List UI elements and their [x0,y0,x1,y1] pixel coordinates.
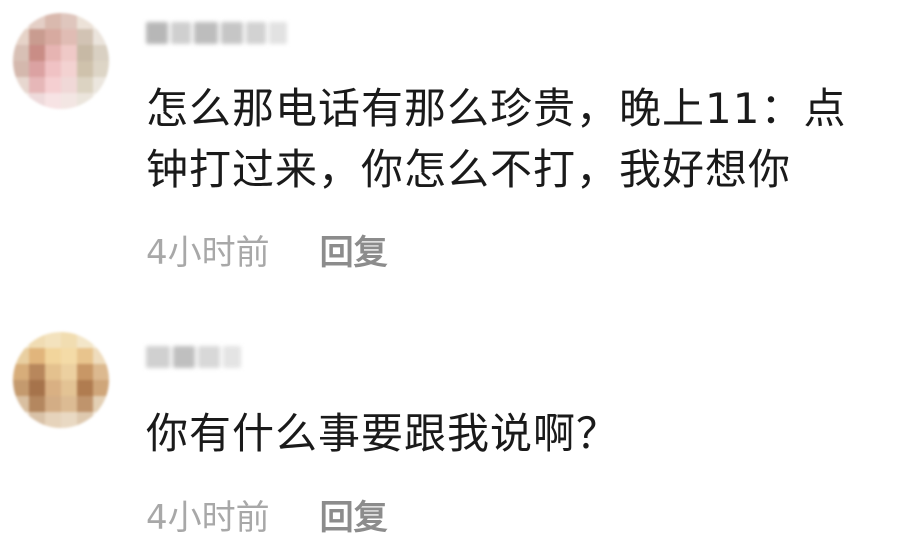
comment-item: 怎么那电话有那么珍贵，晚上11：点钟打过来，你怎么不打，我好想你 4小时前 回复 [0,0,905,300]
comment-text: 怎么那电话有那么珍贵，晚上11：点钟打过来，你怎么不打，我好想你 [146,84,847,194]
username-blurred[interactable] [146,342,244,372]
comment-time: 4小时前 [146,498,270,538]
reply-button[interactable]: 回复 [320,490,388,539]
comment-meta: 4小时前 回复 [146,225,388,274]
username-blurred[interactable] [146,18,290,48]
reply-button[interactable]: 回复 [320,225,388,274]
avatar[interactable] [13,13,109,109]
comment-time: 4小时前 [146,233,270,273]
comment-meta: 4小时前 回复 [146,490,388,539]
avatar-image [13,13,109,109]
avatar[interactable] [13,332,109,428]
comment-text: 你有什么事要跟我说啊？ [146,409,620,458]
avatar-image [13,332,109,428]
comment-item: 你有什么事要跟我说啊？ 4小时前 回复 [0,320,905,548]
